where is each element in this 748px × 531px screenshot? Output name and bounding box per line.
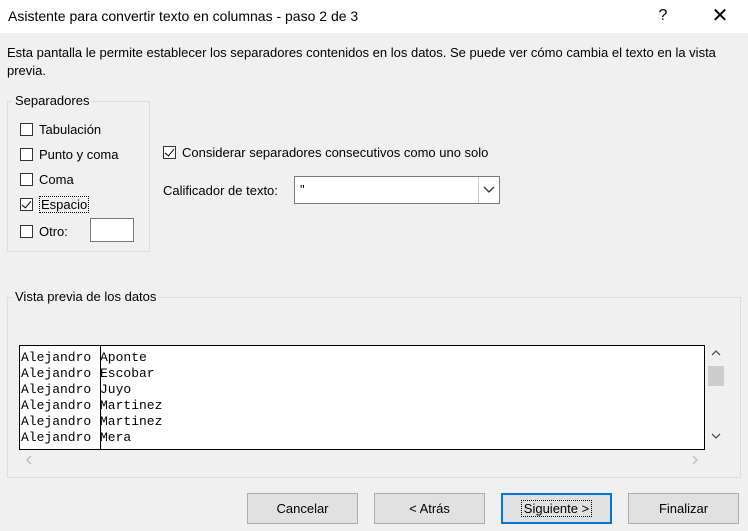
scroll-thumb [708,366,724,386]
preview-row: Alejandro Escobar [21,366,155,382]
checkbox-box[interactable] [20,224,33,238]
preview-cell: Mera [100,430,132,445]
checkbox-label: Espacio [39,195,90,213]
next-button-label: Siguiente > [520,500,593,517]
scroll-right-icon [692,455,698,465]
preview-cell: Escobar [100,366,155,381]
checkbox-box[interactable] [20,197,33,211]
checkbox-box[interactable] [163,145,176,159]
close-button[interactable]: ✕ [702,4,738,28]
checkbox-box[interactable] [20,122,33,136]
checkbox-label: Punto y coma [39,146,119,162]
preview-row: Alejandro Mera [21,430,131,446]
preview-cell: Alejandro [21,398,92,413]
finish-button[interactable]: Finalizar [628,493,739,524]
next-button[interactable]: Siguiente > [501,493,612,524]
checkbox-box[interactable] [20,147,33,161]
preview-row: Alejandro Aponte [21,350,147,366]
preview-cell: Alejandro [21,366,92,381]
preview-row: Alejandro Martinez [21,414,162,430]
qualifier-label: Calificador de texto: [163,183,278,198]
preview-cell: Juyo [100,382,132,397]
preview-cell: Martinez [100,398,163,413]
separators-group-label: Separadores [12,93,93,108]
horizontal-scrollbar[interactable] [19,451,705,468]
preview-cell: Martinez [100,414,163,429]
window-title: Asistente para convertir texto en column… [8,8,359,24]
checkbox-consecutive[interactable]: Considerar separadores consecutivos como… [163,143,488,161]
scroll-left-icon [26,455,32,465]
preview-row: Alejandro Juyo [21,382,131,398]
cancel-button[interactable]: Cancelar [247,493,358,524]
checkbox-otro[interactable]: Otro: [20,222,68,240]
scroll-down-icon [711,433,721,439]
preview-cell: Alejandro [21,350,92,365]
checkbox-box[interactable] [20,172,33,186]
checkbox-label: Tabulación [39,121,102,137]
checkbox-punto-y-coma[interactable]: Punto y coma [20,145,119,163]
preview-row: Alejandro Martinez [21,398,162,414]
qualifier-select[interactable]: " [294,176,500,204]
checkbox-coma[interactable]: Coma [20,170,74,188]
scroll-up-icon [711,350,721,356]
preview-group-label: Vista previa de los datos [12,289,160,304]
checkbox-label: Coma [39,171,74,187]
checkbox-espacio[interactable]: Espacio [20,195,90,213]
vertical-scrollbar[interactable] [706,345,726,450]
preview-cell: Alejandro [21,382,92,397]
preview-cell: Alejandro [21,414,92,429]
instructions-text: Esta pantalla le permite establecer los … [7,45,716,78]
checkbox-tabulacion[interactable]: Tabulación [20,120,101,138]
qualifier-value: " [300,182,305,197]
preview-cell: Aponte [100,350,147,365]
help-button[interactable]: ? [645,4,681,28]
preview-cell: Alejandro [21,430,92,445]
otro-separator-input[interactable] [90,218,134,242]
back-button[interactable]: < Atrás [374,493,485,524]
checkbox-label: Otro: [39,223,68,239]
title-bar: Asistente para convertir texto en column… [0,0,748,33]
chevron-down-icon[interactable] [478,177,499,203]
data-preview[interactable]: Alejandro Aponte Alejandro Escobar Alejand… [19,345,705,450]
checkbox-label: Considerar separadores consecutivos como… [182,144,489,160]
